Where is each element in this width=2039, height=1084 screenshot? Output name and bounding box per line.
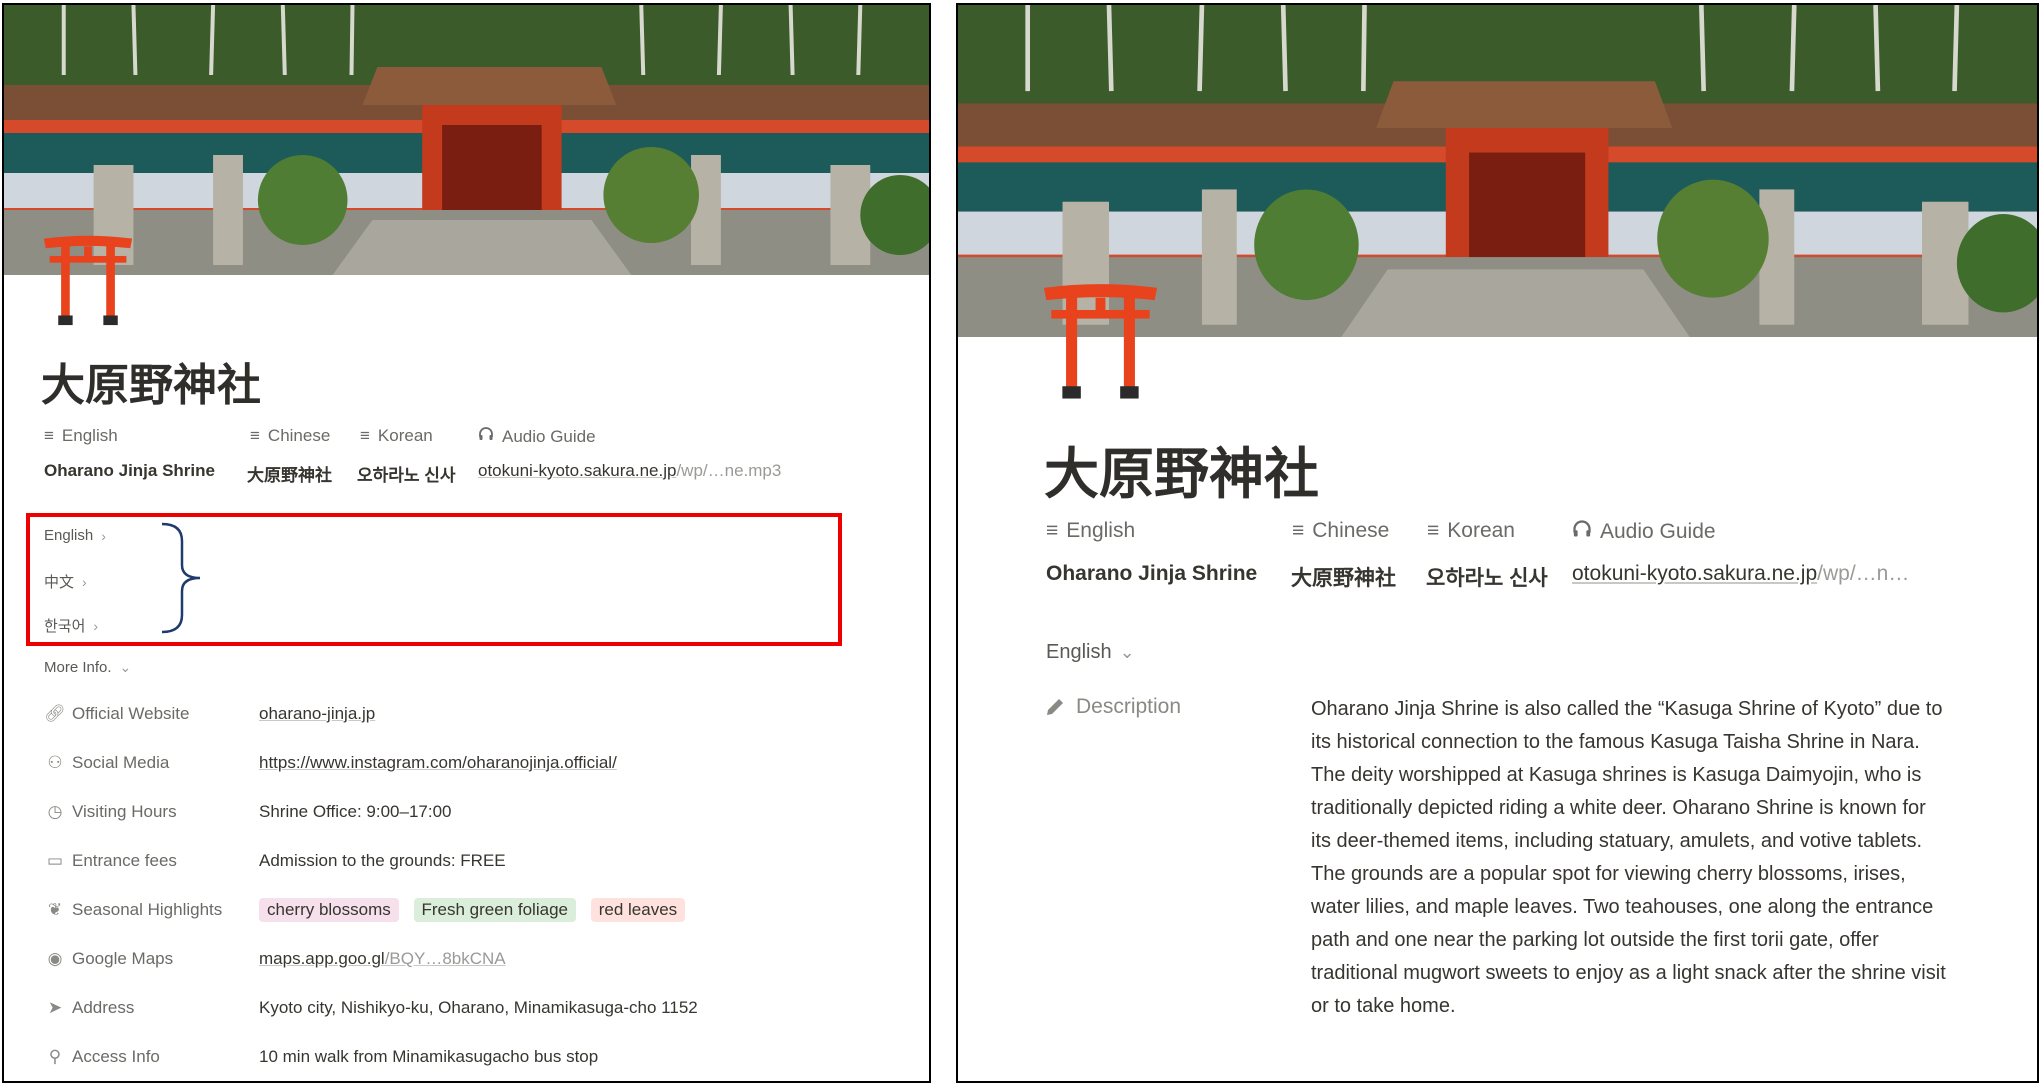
text-lines-icon: ≡: [1292, 519, 1305, 542]
headphones-icon: [1572, 519, 1592, 545]
property-header-audio[interactable]: Audio Guide: [1572, 519, 1716, 545]
pencil-icon: [1044, 696, 1066, 718]
info-row-entrance-fees[interactable]: ▭ Entrance fees Admission to the grounds:…: [44, 846, 506, 876]
people-icon: ⚇: [47, 753, 63, 772]
property-header-audio[interactable]: Audio Guide: [478, 426, 596, 447]
info-row-address[interactable]: ➤ Address Kyoto city, Nishikyo-ku, Oharan…: [44, 993, 698, 1023]
property-header-korean[interactable]: ≡ Korean: [1427, 519, 1515, 543]
torii-icon: [40, 231, 136, 327]
property-header-english[interactable]: ≡ English: [1046, 519, 1135, 543]
property-header-chinese[interactable]: ≡ Chinese: [250, 426, 330, 446]
toggle-english[interactable]: English ›: [44, 527, 106, 544]
property-header-chinese[interactable]: ≡ Chinese: [1292, 519, 1389, 543]
info-row-official-website[interactable]: 🔗︎ Official Website oharano-jinja.jp: [44, 699, 375, 729]
text-lines-icon: ≡: [1046, 519, 1059, 542]
property-header-english[interactable]: ≡ English: [44, 426, 118, 446]
toggle-english[interactable]: English ⌄: [1046, 641, 1135, 664]
curly-brace-annotation: [161, 522, 201, 634]
info-row-visiting-hours[interactable]: ◷ Visiting Hours Shrine Office: 9:00–17:0…: [44, 797, 452, 827]
annotation-highlight-box: [26, 513, 842, 646]
toggle-korean[interactable]: 한국어 ›: [44, 615, 98, 636]
chevron-right-icon: ›: [93, 617, 99, 634]
property-header-korean[interactable]: ≡ Korean: [360, 426, 433, 446]
property-value-korean[interactable]: 오하라노 신사: [357, 461, 456, 486]
page-title: 大原野神社: [1044, 442, 1320, 506]
tag-cherry-blossoms[interactable]: cherry blossoms: [259, 898, 399, 922]
torii-icon: [1039, 278, 1162, 401]
chevron-right-icon: ›: [82, 573, 87, 590]
leaf-icon: ❦: [47, 900, 63, 919]
tag-red-leaves[interactable]: red leaves: [590, 898, 686, 922]
clock-icon: ◷: [47, 802, 63, 821]
chevron-right-icon: ›: [101, 527, 106, 544]
property-value-korean[interactable]: 오하라노 신사: [1426, 562, 1548, 592]
ticket-icon: ▭: [46, 851, 64, 870]
description-text[interactable]: Oharano Jinja Shrine is also called the …: [1311, 693, 1951, 1023]
location-arrow-icon: ➤: [47, 998, 63, 1017]
cover-image: [4, 5, 929, 275]
right-page-panel: 大原野神社 ≡ English ≡ Chinese ≡ Korean Audio Gu…: [956, 3, 2039, 1083]
text-lines-icon: ≡: [1427, 519, 1440, 542]
chevron-down-icon: ⌄: [119, 659, 132, 675]
info-row-access-info[interactable]: ⚲ Access Info 10 min walk from Minamikasu…: [44, 1042, 598, 1072]
property-value-english[interactable]: Oharano Jinja Shrine: [1046, 562, 1257, 586]
property-value-audio[interactable]: otokuni-kyoto.sakura.ne.jp/wp/…n…: [1572, 562, 1909, 586]
compass-icon: ◉: [47, 949, 63, 968]
property-value-chinese[interactable]: 大原野神社: [247, 461, 332, 486]
property-value-english[interactable]: Oharano Jinja Shrine: [44, 461, 215, 481]
toggle-chinese[interactable]: 中文 ›: [44, 571, 87, 592]
headphones-icon: [478, 426, 494, 447]
page-title: 大原野神社: [41, 360, 261, 411]
walk-icon: ⚲: [48, 1047, 62, 1066]
chevron-down-icon: ⌄: [1119, 642, 1135, 662]
property-value-chinese[interactable]: 大原野神社: [1291, 562, 1396, 592]
info-row-google-maps[interactable]: ◉ Google Maps maps.app.goo.gl/BQY…8bkCNA: [44, 944, 506, 974]
toggle-more-info[interactable]: More Info. ⌄: [44, 659, 131, 676]
text-lines-icon: ≡: [44, 426, 54, 445]
tag-fresh-green-foliage[interactable]: Fresh green foliage: [413, 898, 576, 922]
property-value-audio[interactable]: otokuni-kyoto.sakura.ne.jp/wp/…ne.mp3: [478, 461, 781, 481]
text-lines-icon: ≡: [360, 426, 370, 445]
info-row-seasonal-highlights[interactable]: ❦ Seasonal Highlights cherry blossoms Fre…: [44, 895, 695, 925]
property-header-description[interactable]: Description: [1044, 695, 1181, 719]
text-lines-icon: ≡: [250, 426, 260, 445]
left-page-panel: 大原野神社 ≡ English ≡ Chinese ≡ Korean Audio Gu…: [2, 3, 931, 1083]
link-icon: 🔗︎: [44, 704, 66, 723]
info-row-social-media[interactable]: ⚇ Social Media https://www.instagram.com/…: [44, 748, 616, 778]
